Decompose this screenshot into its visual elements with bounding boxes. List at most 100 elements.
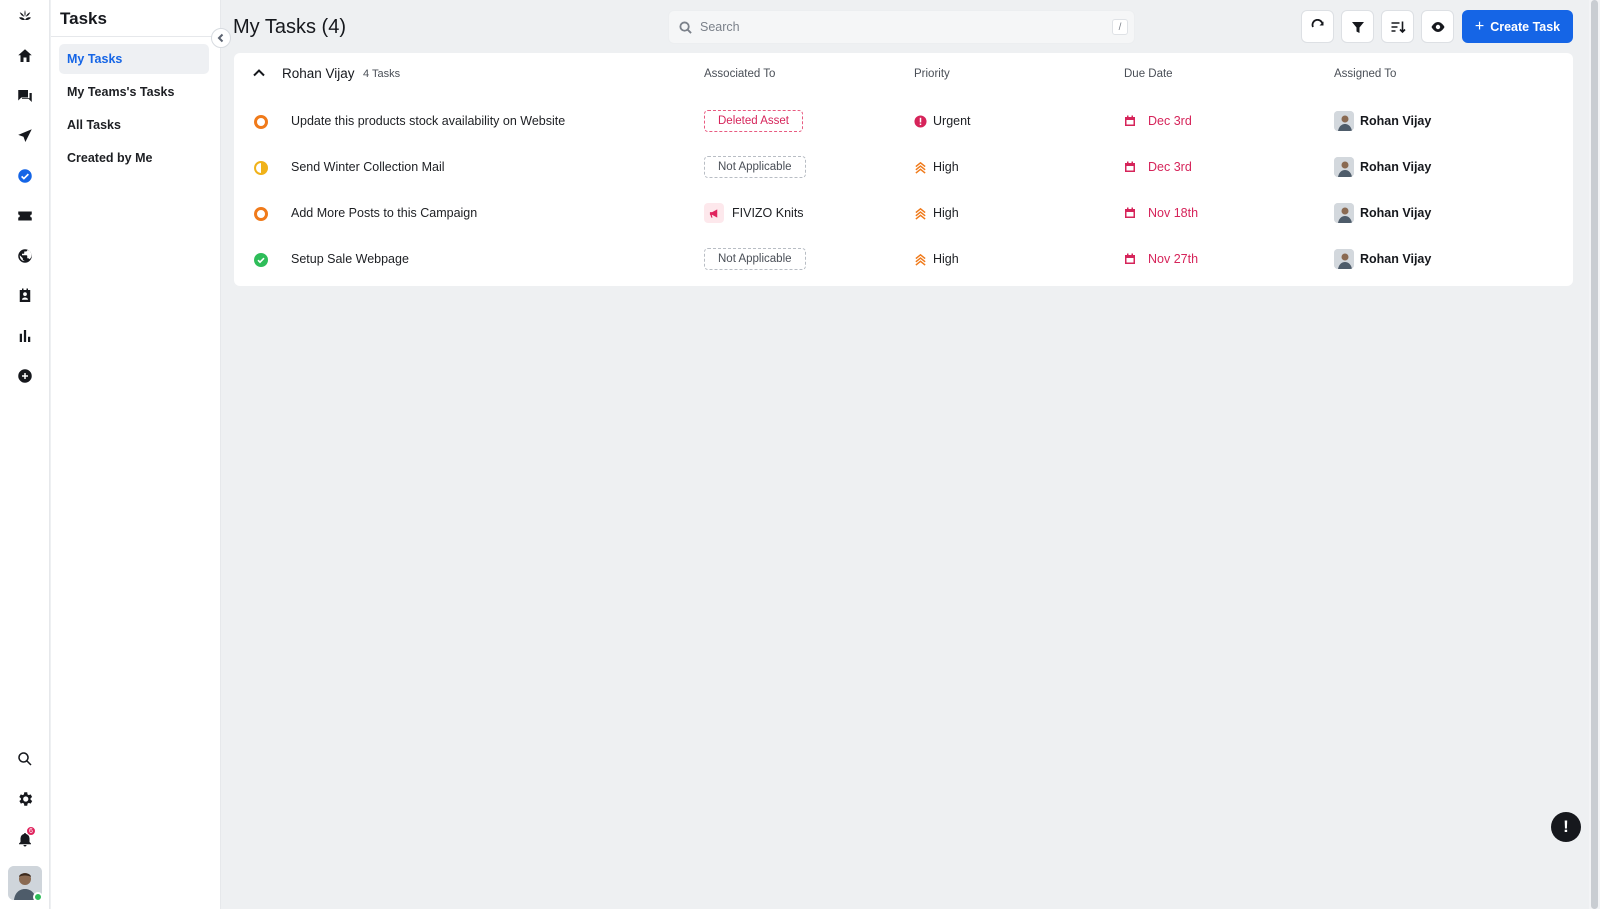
table-row[interactable]: Add More Posts to this Campaign FIVIZO K… bbox=[234, 191, 1573, 237]
tasks-icon[interactable] bbox=[11, 162, 39, 190]
filter-icon bbox=[1351, 21, 1364, 33]
create-task-label: Create Task bbox=[1490, 19, 1561, 34]
due-date-cell[interactable]: Nov 18th bbox=[1124, 206, 1198, 220]
reports-icon[interactable] bbox=[11, 322, 39, 350]
refresh-button[interactable] bbox=[1301, 10, 1334, 43]
assignee-avatar bbox=[1334, 249, 1354, 269]
chevron-up-icon bbox=[253, 69, 265, 77]
assignee-name: Rohan Vijay bbox=[1360, 252, 1432, 266]
calendar-icon bbox=[1125, 161, 1135, 172]
associated-tag: Not Applicable bbox=[704, 248, 806, 270]
priority-label: High bbox=[933, 206, 959, 220]
sort-icon bbox=[1391, 21, 1406, 33]
priority-cell[interactable]: High bbox=[914, 252, 959, 266]
table-row[interactable]: Setup Sale Webpage Not Applicable High N… bbox=[234, 237, 1573, 283]
tasks-sidebar: Tasks My Tasks My Teams's Tasks All Task… bbox=[51, 0, 221, 909]
high-priority-icon bbox=[914, 161, 927, 174]
associated-link[interactable]: FIVIZO Knits bbox=[704, 202, 804, 224]
search-icon[interactable] bbox=[11, 745, 39, 773]
sidebar-divider bbox=[51, 36, 221, 37]
create-task-button[interactable]: + Create Task bbox=[1462, 10, 1573, 43]
task-title[interactable]: Update this products stock availability … bbox=[291, 114, 565, 128]
page-title: My Tasks (4) bbox=[233, 16, 346, 38]
status-in-progress-icon[interactable] bbox=[254, 207, 268, 221]
assignee-avatar bbox=[1334, 203, 1354, 223]
search-icon bbox=[679, 20, 692, 34]
search-input[interactable] bbox=[700, 20, 1100, 34]
column-header-associated[interactable]: Associated To bbox=[704, 68, 775, 80]
refresh-icon bbox=[1311, 18, 1323, 27]
table-row[interactable]: Send Winter Collection Mail Not Applicab… bbox=[234, 145, 1573, 191]
notification-badge: 6 bbox=[26, 826, 36, 836]
plus-icon: + bbox=[1474, 17, 1485, 35]
ticket-icon[interactable] bbox=[11, 202, 39, 230]
filter-button[interactable] bbox=[1341, 10, 1374, 43]
table-row[interactable]: Update this products stock availability … bbox=[234, 99, 1573, 145]
due-date-cell[interactable]: Nov 27th bbox=[1124, 252, 1198, 266]
status-completed-icon[interactable] bbox=[254, 253, 268, 267]
contacts-icon[interactable] bbox=[11, 282, 39, 310]
home-icon[interactable] bbox=[11, 42, 39, 70]
online-status-dot bbox=[33, 892, 43, 902]
sidebar-item-my-tasks[interactable]: My Tasks bbox=[59, 44, 209, 74]
due-date-cell[interactable]: Dec 3rd bbox=[1124, 160, 1192, 174]
app-rail: 6 bbox=[0, 0, 50, 909]
search-shortcut-key: / bbox=[1112, 19, 1128, 35]
due-date-label: Dec 3rd bbox=[1148, 160, 1192, 174]
column-header-due-date[interactable]: Due Date bbox=[1124, 68, 1173, 80]
priority-cell[interactable]: High bbox=[914, 160, 959, 174]
due-date-label: Nov 18th bbox=[1148, 206, 1199, 220]
logo-icon[interactable] bbox=[11, 2, 39, 30]
view-button[interactable] bbox=[1421, 10, 1454, 43]
task-title[interactable]: Setup Sale Webpage bbox=[291, 252, 409, 266]
column-header-assigned[interactable]: Assigned To bbox=[1334, 68, 1396, 80]
sidebar-item-created-by-me[interactable]: Created by Me bbox=[59, 143, 209, 173]
priority-label: High bbox=[933, 160, 959, 174]
group-name: Rohan Vijay bbox=[282, 66, 355, 81]
chat-icon[interactable] bbox=[11, 82, 39, 110]
assignee-cell[interactable]: Rohan Vijay bbox=[1334, 249, 1431, 269]
collapse-sidebar-button[interactable] bbox=[211, 28, 231, 48]
priority-cell[interactable]: Urgent bbox=[914, 114, 971, 128]
add-circle-icon[interactable] bbox=[11, 362, 39, 390]
due-date-label: Dec 3rd bbox=[1148, 114, 1192, 128]
priority-cell[interactable]: High bbox=[914, 206, 959, 220]
assignee-cell[interactable]: Rohan Vijay bbox=[1334, 111, 1431, 131]
urgent-icon bbox=[914, 114, 927, 128]
settings-icon[interactable] bbox=[11, 785, 39, 813]
exclamation-icon: ! bbox=[1563, 817, 1569, 836]
task-title[interactable]: Add More Posts to this Campaign bbox=[291, 206, 477, 220]
sidebar-title: Tasks bbox=[60, 9, 107, 28]
due-date-label: Nov 27th bbox=[1148, 252, 1199, 266]
status-half-done-icon[interactable] bbox=[254, 161, 268, 175]
group-header: Rohan Vijay 4 Tasks Associated To Priori… bbox=[234, 53, 1573, 93]
assignee-name: Rohan Vijay bbox=[1360, 114, 1432, 128]
priority-label: Urgent bbox=[933, 114, 971, 128]
bell-icon[interactable]: 6 bbox=[11, 825, 39, 853]
group-count: 4 Tasks bbox=[363, 68, 401, 80]
associated-tag: Deleted Asset bbox=[704, 110, 803, 132]
assignee-avatar bbox=[1334, 111, 1354, 131]
calendar-icon bbox=[1125, 115, 1135, 126]
associated-name: FIVIZO Knits bbox=[732, 206, 804, 220]
sort-button[interactable] bbox=[1381, 10, 1414, 43]
sidebar-item-all-tasks[interactable]: All Tasks bbox=[59, 110, 209, 140]
assignee-cell[interactable]: Rohan Vijay bbox=[1334, 157, 1431, 177]
due-date-cell[interactable]: Dec 3rd bbox=[1124, 114, 1192, 128]
task-title[interactable]: Send Winter Collection Mail bbox=[291, 160, 445, 174]
group-collapse-toggle[interactable] bbox=[252, 66, 268, 82]
scrollbar-thumb[interactable] bbox=[1591, 0, 1598, 909]
status-in-progress-icon[interactable] bbox=[254, 115, 268, 129]
column-header-priority[interactable]: Priority bbox=[914, 68, 950, 80]
page-scrollbar[interactable] bbox=[1589, 0, 1600, 909]
globe-icon[interactable] bbox=[11, 242, 39, 270]
eye-icon bbox=[1431, 21, 1444, 32]
high-priority-icon bbox=[914, 253, 927, 266]
help-button[interactable]: ! bbox=[1551, 812, 1581, 842]
assignee-cell[interactable]: Rohan Vijay bbox=[1334, 203, 1431, 223]
send-icon[interactable] bbox=[11, 122, 39, 150]
sidebar-item-my-teams-tasks[interactable]: My Teams's Tasks bbox=[59, 77, 209, 107]
priority-label: High bbox=[933, 252, 959, 266]
search-box: / bbox=[668, 10, 1135, 44]
high-priority-icon bbox=[914, 207, 927, 220]
